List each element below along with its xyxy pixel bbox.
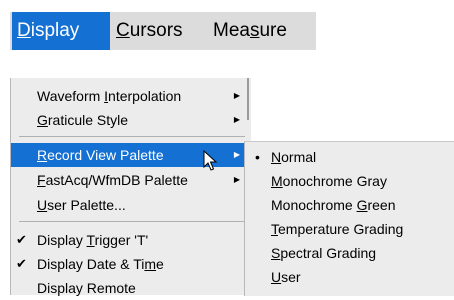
menu-item-user-palette[interactable]: User Palette...: [11, 193, 251, 217]
menu-item-display-remote[interactable]: Display Remote: [11, 276, 251, 300]
submenu-item-monochrome-green[interactable]: Monochrome Green: [245, 193, 454, 217]
display-menu: Waveform Interpolation ▶ Graticule Style…: [10, 78, 251, 296]
submenu-item-temperature-grading[interactable]: Temperature Grading: [245, 217, 454, 241]
submenu-item-label: Normal: [271, 149, 317, 165]
submenu-arrow-icon: ▶: [233, 91, 240, 100]
mouse-pointer-icon: [203, 150, 217, 171]
menu-item-label: Display Date & Time: [37, 256, 164, 272]
menu-item-display-date-time[interactable]: ✔ Display Date & Time: [11, 252, 251, 276]
menu-item-label: Display Trigger 'T': [37, 232, 149, 248]
menu-cursors[interactable]: Cursors: [111, 12, 188, 50]
menu-cursors-mnemonic: C: [116, 20, 130, 41]
radio-bullet-icon: •: [255, 149, 260, 165]
menu-display-mnemonic: D: [17, 20, 31, 41]
submenu-item-normal[interactable]: • Normal: [245, 145, 454, 169]
checkmark-icon: ✔: [16, 256, 27, 271]
menu-display[interactable]: Display: [12, 12, 110, 50]
menu-item-label: Display Remote: [37, 280, 136, 296]
submenu-item-label: Temperature Grading: [271, 221, 404, 237]
record-view-palette-submenu: • Normal Monochrome Gray Monochrome Gree…: [244, 141, 454, 296]
submenu-item-label: Monochrome Green: [271, 197, 396, 213]
submenu-arrow-icon: ▶: [233, 175, 240, 184]
menu-item-label: FastAcq/WfmDB Palette: [37, 172, 188, 188]
menu-item-display-trigger[interactable]: ✔ Display Trigger 'T': [11, 228, 251, 252]
submenu-item-user[interactable]: User: [245, 265, 454, 289]
menu-item-waveform-interpolation[interactable]: Waveform Interpolation ▶: [11, 84, 251, 108]
menu-display-label-suffix: isplay: [30, 20, 80, 41]
menu-edge-divider: [247, 78, 249, 120]
checkmark-icon: ✔: [16, 232, 27, 247]
menu-bar: Display Cursors Measure: [10, 12, 316, 50]
menu-measure-label-suffix: ure: [259, 20, 287, 41]
menu-separator: [19, 221, 245, 222]
submenu-item-spectral-grading[interactable]: Spectral Grading: [245, 241, 454, 265]
submenu-item-label: User: [271, 269, 301, 285]
submenu-item-label: Spectral Grading: [271, 245, 377, 261]
submenu-arrow-icon: ▶: [233, 150, 240, 159]
menu-item-label: Record View Palette: [37, 147, 164, 163]
submenu-arrow-icon: ▶: [233, 115, 240, 124]
menu-item-label: Graticule Style: [37, 112, 129, 128]
submenu-item-monochrome-gray[interactable]: Monochrome Gray: [245, 169, 454, 193]
menu-item-label: Waveform Interpolation: [37, 88, 182, 104]
menu-measure[interactable]: Measure: [208, 12, 292, 50]
menu-item-label: User Palette...: [37, 197, 126, 213]
menu-item-graticule-style[interactable]: Graticule Style ▶: [11, 108, 251, 132]
submenu-item-label: Monochrome Gray: [271, 173, 387, 189]
menu-cursors-label-suffix: ursors: [129, 20, 183, 41]
menu-measure-label-prefix: Mea: [213, 20, 250, 41]
menu-separator: [19, 136, 245, 137]
